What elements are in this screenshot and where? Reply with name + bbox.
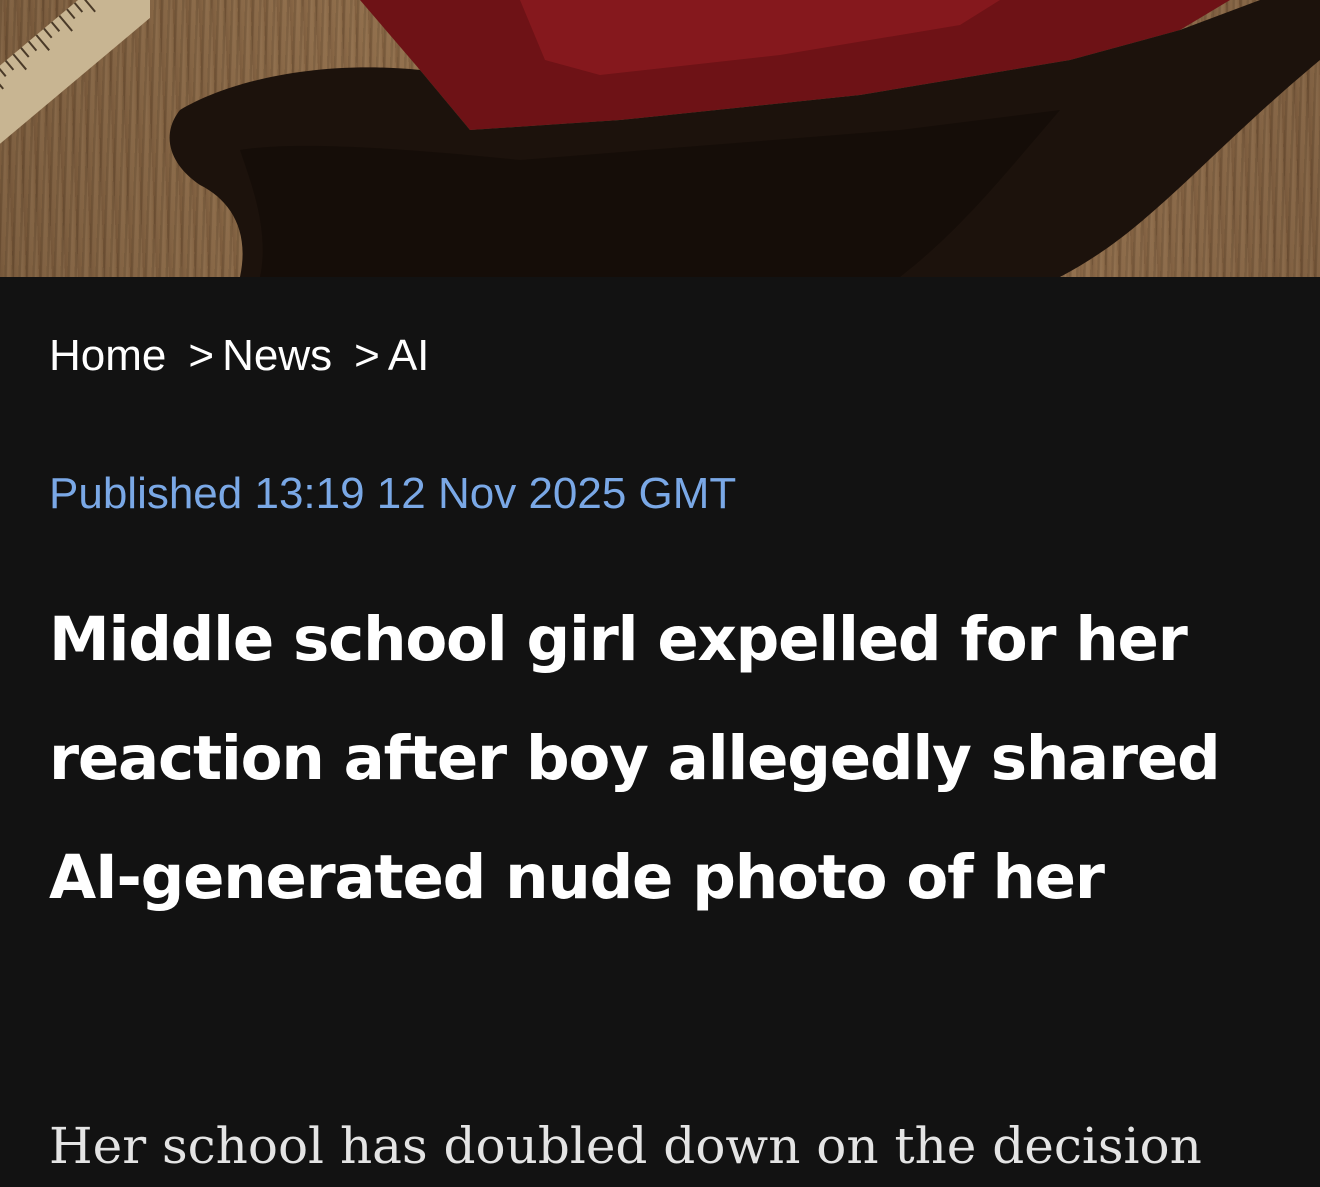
breadcrumb-separator: > [354, 331, 380, 380]
breadcrumb-ai-link[interactable]: AI [388, 331, 430, 380]
hero-image [0, 0, 1320, 277]
breadcrumb-home-link[interactable]: Home [49, 331, 166, 380]
article-headline: Middle school girl expelled for her reac… [49, 604, 1221, 913]
hero-photo-illustration [169, 0, 1320, 277]
breadcrumb-news-link[interactable]: News [222, 331, 332, 380]
published-timestamp: Published 13:19 12 Nov 2025 GMT [49, 469, 737, 518]
breadcrumb-separator: > [188, 331, 215, 380]
article-page: Home > News > AI Published 13:19 12 Nov 2025… [0, 0, 1320, 1187]
breadcrumb: Home > News > AI [49, 330, 429, 382]
article-lede: Her school has doubled down on the decis… [49, 1117, 1202, 1175]
ruler-icon [0, 0, 150, 152]
